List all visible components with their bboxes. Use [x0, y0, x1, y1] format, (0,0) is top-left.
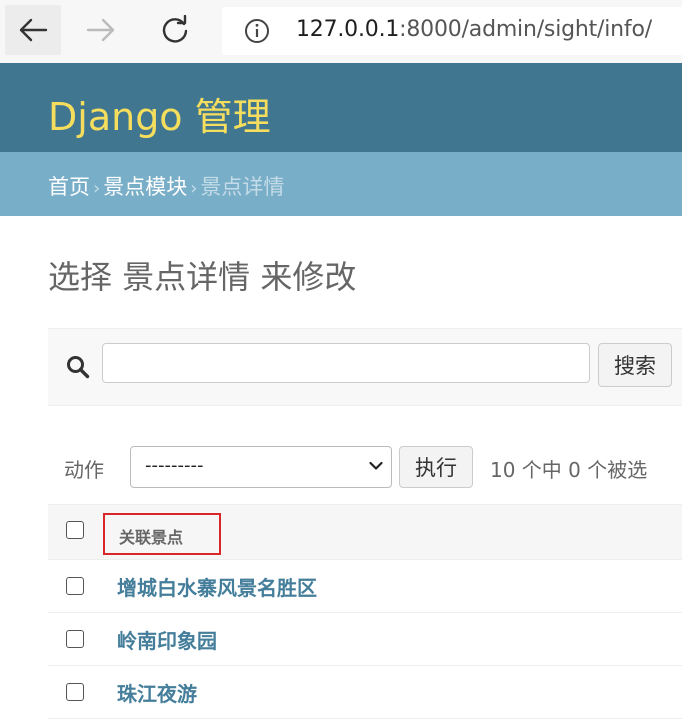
table-header-row: 关联景点: [48, 504, 682, 560]
info-icon[interactable]: [244, 18, 270, 44]
address-bar[interactable]: 127.0.0.1:8000/admin/sight/info/: [222, 7, 682, 55]
forward-arrow-icon: [86, 18, 115, 42]
action-select[interactable]: ---------: [130, 446, 392, 488]
breadcrumb-home[interactable]: 首页: [48, 175, 90, 199]
result-list: 关联景点 增城白水寨风景名胜区 岭南印象园 珠江夜游: [48, 504, 682, 719]
site-header: Django 管理: [0, 63, 682, 152]
search-toolbar: 搜索: [48, 328, 682, 406]
row-checkbox[interactable]: [66, 630, 84, 648]
actions-bar: 动作 --------- 执行 10 个中 0 个被选: [48, 440, 682, 496]
back-arrow-icon: [19, 18, 48, 42]
run-action-button[interactable]: 执行: [399, 446, 473, 488]
breadcrumb-separator: ›: [190, 178, 198, 199]
row-link[interactable]: 增城白水寨风景名胜区: [117, 572, 317, 601]
reload-icon: [162, 15, 188, 43]
table-row: 珠江夜游: [48, 666, 682, 719]
search-icon: [67, 356, 90, 379]
row-checkbox[interactable]: [66, 577, 84, 595]
table-row: 岭南印象园: [48, 613, 682, 666]
forward-button[interactable]: [73, 5, 129, 55]
back-button[interactable]: [5, 5, 61, 55]
actions-label: 动作: [64, 458, 104, 482]
url-host: 127.0.0.1: [296, 17, 400, 42]
reload-button[interactable]: [147, 5, 203, 55]
url-text[interactable]: 127.0.0.1:8000/admin/sight/info/: [296, 17, 652, 42]
search-button[interactable]: 搜索: [598, 343, 672, 387]
breadcrumb-current: 景点详情: [200, 175, 285, 199]
breadcrumb-app[interactable]: 景点模块: [103, 175, 187, 199]
search-input[interactable]: [102, 343, 590, 383]
select-all-checkbox[interactable]: [66, 521, 84, 539]
column-header-related-sight[interactable]: 关联景点: [103, 513, 221, 555]
table-row: 增城白水寨风景名胜区: [48, 560, 682, 613]
url-path: :8000/admin/sight/info/: [399, 17, 652, 42]
breadcrumb-separator: ›: [93, 178, 101, 199]
selection-counter: 10 个中 0 个被选: [490, 458, 648, 482]
page-title: 选择 景点详情 来修改: [48, 258, 357, 296]
action-select-value: ---------: [145, 455, 204, 476]
chevron-down-icon: [369, 461, 383, 470]
browser-toolbar: 127.0.0.1:8000/admin/sight/info/: [0, 0, 682, 64]
site-brand[interactable]: Django 管理: [48, 86, 271, 141]
row-checkbox[interactable]: [66, 683, 84, 701]
breadcrumb: 首页 › 景点模块 › 景点详情: [0, 152, 682, 216]
row-link[interactable]: 珠江夜游: [117, 678, 197, 707]
row-link[interactable]: 岭南印象园: [117, 625, 217, 654]
